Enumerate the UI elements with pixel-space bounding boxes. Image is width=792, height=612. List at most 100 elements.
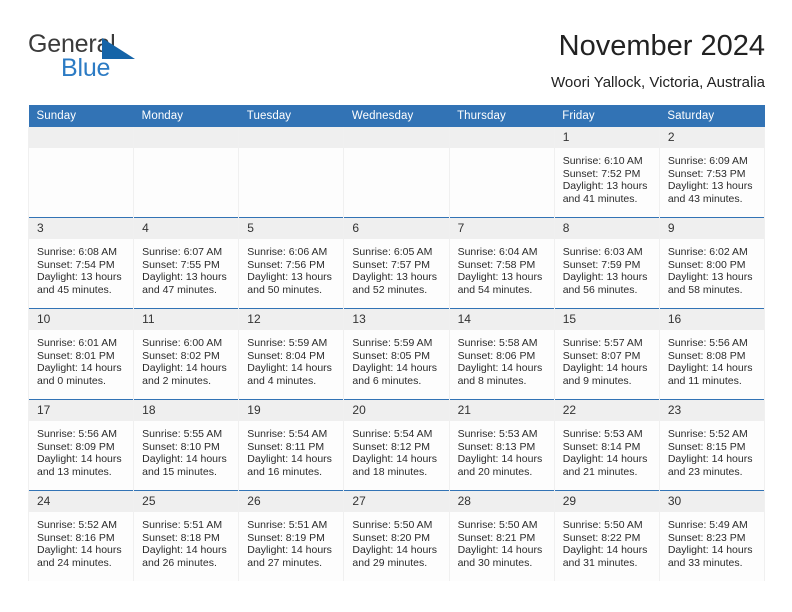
day-cell[interactable]: 19 Sunrise: 5:54 AM Sunset: 8:11 PM Dayligh… <box>238 399 345 491</box>
day-cell[interactable]: 17 Sunrise: 5:56 AM Sunset: 8:09 PM Dayligh… <box>27 399 135 491</box>
day-cell[interactable]: 15 Sunrise: 5:57 AM Sunset: 8:07 PM Dayligh… <box>553 308 660 400</box>
sunset-text: Sunset: 8:00 PM <box>667 258 746 271</box>
day-cell[interactable]: 9 Sunrise: 6:02 AM Sunset: 8:00 PM Daylight… <box>658 217 766 309</box>
daylight-text-line1: Daylight: 14 hours <box>142 453 227 466</box>
sunrise-sunset-calendar: Sunday Monday Tuesday Wednesday Thursday… <box>27 105 766 581</box>
calendar-header-row: Sunday Monday Tuesday Wednesday Thursday… <box>28 105 765 127</box>
daylight-text-line2: and 43 minutes. <box>667 192 743 205</box>
day-cell <box>343 127 450 218</box>
day-cell[interactable]: 1 Sunrise: 6:10 AM Sunset: 7:52 PM Daylight… <box>553 127 660 218</box>
day-number: 19 <box>239 400 344 421</box>
day-number: 21 <box>449 400 554 421</box>
day-cell[interactable]: 21 Sunrise: 5:53 AM Sunset: 8:13 PM Dayligh… <box>448 399 555 491</box>
sunrise-text: Sunrise: 5:51 AM <box>142 519 223 531</box>
sunrise-text: Sunrise: 6:01 AM <box>37 337 117 349</box>
daylight-text-line1: Daylight: 14 hours <box>562 544 648 557</box>
day-cell[interactable]: 28 Sunrise: 5:50 AM Sunset: 8:21 PM Dayligh… <box>448 490 555 581</box>
daylight-text-line1: Daylight: 13 hours <box>247 271 332 284</box>
day-cell[interactable]: 23 Sunrise: 5:52 AM Sunset: 8:15 PM Dayligh… <box>658 399 766 491</box>
day-cell[interactable]: 26 Sunrise: 5:51 AM Sunset: 8:19 PM Dayligh… <box>238 490 345 581</box>
day-cell <box>133 127 240 218</box>
day-number: 16 <box>659 309 764 330</box>
sunrise-text: Sunrise: 5:55 AM <box>142 428 223 440</box>
daylight-text-line2: and 8 minutes. <box>457 374 527 387</box>
daylight-text-line2: and 31 minutes. <box>562 556 638 569</box>
day-cell[interactable]: 4 Sunrise: 6:07 AM Sunset: 7:55 PM Daylight… <box>133 217 240 309</box>
sunset-text: Sunset: 8:21 PM <box>457 531 536 544</box>
daylight-text-line2: and 15 minutes. <box>142 465 217 478</box>
sunset-text: Sunset: 8:19 PM <box>247 531 325 544</box>
daylight-text-line2: and 6 minutes. <box>352 374 422 387</box>
daylight-text-line2: and 21 minutes. <box>562 465 638 478</box>
sunrise-text: Sunrise: 5:52 AM <box>667 428 748 440</box>
daylight-text-line1: Daylight: 13 hours <box>667 271 753 284</box>
daylight-text-line2: and 50 minutes. <box>247 283 322 296</box>
day-cell[interactable]: 30 Sunrise: 5:49 AM Sunset: 8:23 PM Dayligh… <box>658 490 766 581</box>
sunrise-text: Sunrise: 6:05 AM <box>352 246 433 258</box>
sunrise-text: Sunrise: 6:08 AM <box>37 246 117 258</box>
daylight-text-line1: Daylight: 14 hours <box>667 362 753 375</box>
sunset-text: Sunset: 8:23 PM <box>667 531 746 544</box>
day-cell[interactable]: 18 Sunrise: 5:55 AM Sunset: 8:10 PM Dayligh… <box>133 399 240 491</box>
day-cell[interactable]: 16 Sunrise: 5:56 AM Sunset: 8:08 PM Dayligh… <box>658 308 766 400</box>
weekday-header-sunday: Sunday <box>28 105 134 127</box>
daylight-text-line2: and 16 minutes. <box>247 465 322 478</box>
daylight-text-line2: and 24 minutes. <box>37 556 112 569</box>
day-cell[interactable]: 12 Sunrise: 5:59 AM Sunset: 8:04 PM Dayligh… <box>238 308 345 400</box>
sunset-text: Sunset: 7:52 PM <box>562 167 641 180</box>
day-cell[interactable]: 22 Sunrise: 5:53 AM Sunset: 8:14 PM Dayligh… <box>553 399 660 491</box>
daylight-text-line2: and 33 minutes. <box>667 556 743 569</box>
daylight-text-line1: Daylight: 14 hours <box>142 544 227 557</box>
day-cell[interactable]: 27 Sunrise: 5:50 AM Sunset: 8:20 PM Dayligh… <box>343 490 450 581</box>
day-cell[interactable]: 20 Sunrise: 5:54 AM Sunset: 8:12 PM Dayligh… <box>343 399 450 491</box>
daylight-text-line1: Daylight: 14 hours <box>562 453 648 466</box>
day-cell[interactable]: 14 Sunrise: 5:58 AM Sunset: 8:06 PM Dayligh… <box>448 308 555 400</box>
day-cell[interactable]: 2 Sunrise: 6:09 AM Sunset: 7:53 PM Daylight… <box>658 127 766 218</box>
daylight-text-line1: Daylight: 14 hours <box>457 362 543 375</box>
sunrise-text: Sunrise: 5:50 AM <box>457 519 538 531</box>
sunrise-text: Sunrise: 6:04 AM <box>457 246 538 258</box>
sunrise-text: Sunrise: 5:51 AM <box>247 519 328 531</box>
daylight-text-line1: Daylight: 13 hours <box>142 271 227 284</box>
day-number: 18 <box>134 400 239 421</box>
day-cell[interactable]: 13 Sunrise: 5:59 AM Sunset: 8:05 PM Dayligh… <box>343 308 450 400</box>
daylight-text-line1: Daylight: 13 hours <box>352 271 438 284</box>
title-block: November 2024 Woori Yallock, Victoria, A… <box>551 28 765 93</box>
sunrise-text: Sunrise: 6:06 AM <box>247 246 328 258</box>
day-cell[interactable]: 8 Sunrise: 6:03 AM Sunset: 7:59 PM Daylight… <box>553 217 660 309</box>
day-cell[interactable]: 7 Sunrise: 6:04 AM Sunset: 7:58 PM Daylight… <box>448 217 555 309</box>
daylight-text-line2: and 41 minutes. <box>562 192 638 205</box>
day-number: 20 <box>344 400 449 421</box>
day-cell[interactable]: 10 Sunrise: 6:01 AM Sunset: 8:01 PM Dayligh… <box>27 308 135 400</box>
day-number: 7 <box>449 218 554 239</box>
sunrise-text: Sunrise: 5:57 AM <box>562 337 643 349</box>
day-cell[interactable]: 11 Sunrise: 6:00 AM Sunset: 8:02 PM Dayligh… <box>133 308 240 400</box>
day-cell[interactable]: 24 Sunrise: 5:52 AM Sunset: 8:16 PM Dayligh… <box>27 490 135 581</box>
day-number: 8 <box>554 218 659 239</box>
day-number: 5 <box>239 218 344 239</box>
daylight-text-line1: Daylight: 14 hours <box>247 544 332 557</box>
day-cell[interactable]: 3 Sunrise: 6:08 AM Sunset: 7:54 PM Daylight… <box>27 217 135 309</box>
calendar-week-row: 17 Sunrise: 5:56 AM Sunset: 8:09 PM Dayligh… <box>27 399 766 491</box>
day-number: 12 <box>239 309 344 330</box>
sunset-text: Sunset: 8:07 PM <box>562 349 641 362</box>
sunrise-text: Sunrise: 5:49 AM <box>667 519 748 531</box>
day-number: 6 <box>344 218 449 239</box>
sunset-text: Sunset: 7:54 PM <box>37 258 115 271</box>
daylight-text-line2: and 18 minutes. <box>352 465 428 478</box>
day-number: 3 <box>29 218 134 239</box>
daylight-text-line2: and 9 minutes. <box>562 374 632 387</box>
day-cell[interactable]: 29 Sunrise: 5:50 AM Sunset: 8:22 PM Dayligh… <box>553 490 660 581</box>
sunrise-text: Sunrise: 5:58 AM <box>457 337 538 349</box>
sunset-text: Sunset: 8:01 PM <box>37 349 115 362</box>
sunset-text: Sunset: 8:04 PM <box>247 349 325 362</box>
daylight-text-line1: Daylight: 13 hours <box>37 271 122 284</box>
day-cell[interactable]: 5 Sunrise: 6:06 AM Sunset: 7:56 PM Daylight… <box>238 217 345 309</box>
day-cell[interactable]: 25 Sunrise: 5:51 AM Sunset: 8:18 PM Dayligh… <box>133 490 240 581</box>
general-blue-logo[interactable]: General Blue <box>28 30 258 92</box>
daylight-text-line1: Daylight: 14 hours <box>247 453 332 466</box>
sunrise-text: Sunrise: 5:52 AM <box>37 519 117 531</box>
day-number: 24 <box>29 491 134 512</box>
sunset-text: Sunset: 8:13 PM <box>457 440 536 453</box>
day-cell[interactable]: 6 Sunrise: 6:05 AM Sunset: 7:57 PM Daylight… <box>343 217 450 309</box>
